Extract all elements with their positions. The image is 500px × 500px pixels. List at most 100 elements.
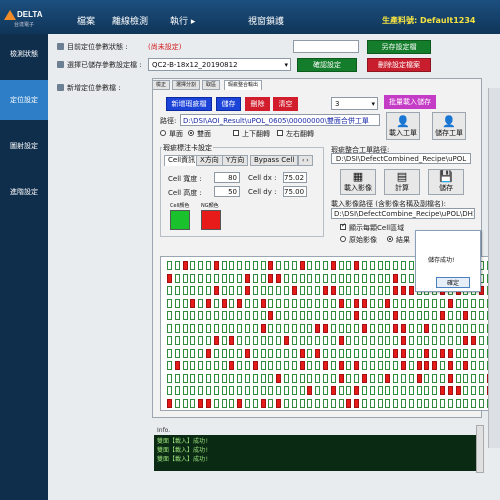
sidebar-item-status[interactable]: 檢測狀態 [0, 34, 48, 74]
grid-cell [182, 311, 188, 320]
grid-cell [338, 348, 344, 358]
delete-button[interactable]: 刪除 [245, 97, 270, 111]
confirm-button[interactable]: 確認設定 [297, 58, 357, 72]
tab-region[interactable]: 取區 [202, 80, 221, 90]
batch-load-save-button[interactable]: 批量載入儲存 [384, 95, 436, 109]
grid-cell [393, 298, 399, 308]
sidebar-item-positioning[interactable]: 定位設定 [0, 80, 48, 120]
count-select[interactable]: 3 ▾ [331, 97, 378, 110]
grid-cell [268, 386, 274, 395]
grid-cell [260, 361, 266, 370]
grid-cell [447, 361, 453, 370]
grid-cell [182, 373, 188, 383]
cell-dx-input[interactable]: 75.02 [283, 172, 307, 183]
grid-cell [385, 261, 391, 270]
tab-cell-info[interactable]: Cell資訊 [164, 155, 200, 166]
grid-cell [330, 286, 336, 295]
cell-width-input[interactable]: 80 [214, 172, 240, 183]
tab-defect-output[interactable]: 瑕疵整合輸出 [224, 80, 263, 90]
sidebar-item-image-settings[interactable]: 圖射設定 [0, 126, 48, 166]
tab-x-direction[interactable]: X方向 [196, 155, 223, 166]
menu-run[interactable]: 執行 ▸ [170, 14, 195, 27]
grid-cell [393, 398, 399, 408]
radio-double[interactable] [188, 130, 194, 136]
sidebar-item-advanced[interactable]: 進階設定 [0, 172, 48, 212]
load-image-button[interactable]: ▦ 載入影像 [340, 169, 376, 195]
grid-cell [299, 323, 305, 333]
grid-cell [393, 311, 399, 320]
grid-cell [213, 286, 219, 295]
cell-dy-input[interactable]: 75.00 [283, 186, 307, 197]
grid-cell [408, 298, 414, 308]
show-cell-region-checkbox[interactable] [340, 222, 346, 230]
grid-cell [221, 261, 227, 270]
menu-window-lock[interactable]: 視窗鎖護 [248, 14, 284, 27]
config-select[interactable]: QC2-B-18x12_20190812 ▾ [148, 58, 291, 71]
grid-cell [338, 273, 344, 283]
ok-color-swatch[interactable] [170, 210, 190, 230]
path-input[interactable]: D:\DSI\AOI_Result\uPOL_0605\00000000\雙面合… [180, 114, 380, 126]
flip-vertical-checkbox[interactable] [233, 130, 239, 136]
flip-horizontal-checkbox[interactable] [277, 130, 283, 136]
grid-cell [377, 336, 383, 345]
save-button[interactable]: 儲存 [216, 97, 241, 111]
tab-scroll-arrows[interactable]: ‹ › [298, 155, 313, 166]
cell-height-input[interactable]: 50 [214, 186, 240, 197]
grid-cell [315, 261, 321, 270]
menu-offline-inspect[interactable]: 離線檢測 [112, 14, 148, 27]
new-defect-button[interactable]: 新增瑕疵檔 [166, 97, 212, 111]
grid-cell [291, 398, 297, 408]
ng-color-swatch[interactable] [201, 210, 221, 230]
grid-cell [479, 373, 484, 383]
log-scrollbar[interactable] [476, 425, 484, 473]
grid-cell [346, 273, 352, 283]
flip-horizontal-label: 左右翻轉 [286, 130, 314, 138]
grid-cell [377, 261, 383, 270]
tab-bypass-cell[interactable]: Bypass Cell [250, 155, 299, 166]
grid-cell [276, 273, 282, 283]
grid-cell [245, 273, 250, 283]
save-work-button[interactable]: 👤 儲存工單 [432, 112, 466, 140]
grid-cell [377, 311, 383, 320]
grid-cell [307, 323, 313, 333]
grid-cell [299, 398, 305, 408]
radio-result[interactable] [387, 236, 393, 242]
calculate-label: 計算 [395, 184, 409, 192]
merge-path-input[interactable]: D:\DSI\DefectCombined_Recipe\uPOL [331, 153, 471, 164]
tab-correct[interactable]: 檢正 [152, 80, 171, 90]
grid-cell [393, 348, 399, 358]
grid-cell [213, 398, 219, 408]
grid-cell [213, 386, 219, 395]
grid-cell [299, 311, 305, 320]
clear-button[interactable]: 清空 [273, 97, 298, 111]
grid-cell [167, 286, 172, 295]
grid-cell [471, 361, 477, 370]
grid-cell [424, 373, 430, 383]
delete-config-button[interactable]: 刪除設定檔案 [367, 58, 431, 72]
grid-cell [213, 311, 219, 320]
grid-cell [291, 361, 297, 370]
grid-cell [416, 348, 422, 358]
new-name-input[interactable] [293, 40, 359, 53]
grid-cell [284, 361, 289, 370]
menu-file[interactable]: 檔案 [77, 14, 95, 27]
grid-cell [221, 323, 227, 333]
grid-cell [369, 286, 375, 295]
cell-dx-label: Cell dx : [248, 174, 277, 182]
grid-cell [330, 373, 336, 383]
grid-cell [198, 261, 204, 270]
image-path-input[interactable]: D:\DSI\DefectCombine_Recipe\uPOL\DH1501-… [331, 208, 475, 219]
save-as-button[interactable]: 另存設定檔 [367, 40, 431, 54]
radio-single[interactable] [160, 130, 166, 136]
grid-cell [369, 348, 375, 358]
calculate-button[interactable]: ▤ 計算 [384, 169, 420, 195]
grid-cell [424, 386, 430, 395]
dialog-ok-button[interactable]: 確定 [436, 277, 470, 288]
grid-cell [354, 323, 360, 333]
tab-y-direction[interactable]: Y方向 [222, 155, 249, 166]
load-work-button[interactable]: 👤 載入工單 [386, 112, 420, 140]
tab-split[interactable]: 選擇分割 [172, 80, 201, 90]
grid-cell [385, 336, 391, 345]
radio-original-image[interactable] [340, 236, 346, 242]
merge-save-button[interactable]: 💾 儲存 [428, 169, 464, 195]
